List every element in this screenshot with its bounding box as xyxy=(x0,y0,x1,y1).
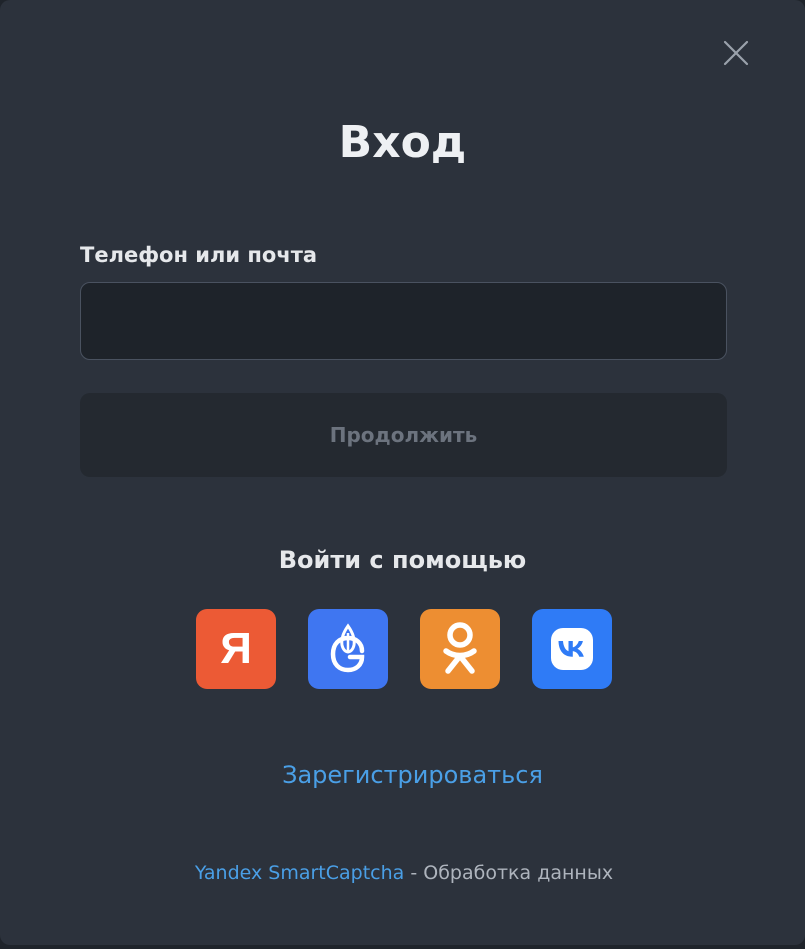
smartcaptcha-link[interactable]: Yandex SmartCaptcha xyxy=(195,862,404,884)
phone-or-email-input[interactable] xyxy=(80,282,727,360)
page-title: Вход xyxy=(338,117,467,168)
close-icon xyxy=(723,40,749,66)
footer-separator: - xyxy=(404,862,424,884)
data-processing-link[interactable]: Обработка данных xyxy=(423,862,613,884)
continue-button[interactable]: Продолжить xyxy=(80,393,727,477)
vk-login-button[interactable] xyxy=(532,609,612,689)
login-modal: Вход Телефон или почта Продолжить Войти … xyxy=(0,0,805,945)
odnoklassniki-login-button[interactable] xyxy=(420,609,500,689)
register-link[interactable]: Зарегистрироваться xyxy=(0,758,805,792)
social-login-buttons: Я xyxy=(196,609,616,689)
yandex-icon: Я xyxy=(220,624,252,673)
odnoklassniki-icon xyxy=(443,622,477,674)
phone-or-email-label: Телефон или почта xyxy=(80,243,318,267)
vk-icon xyxy=(551,628,593,670)
gazprom-id-icon xyxy=(330,623,365,673)
social-login-heading: Войти с помощью xyxy=(278,546,527,574)
gazprom-id-login-button[interactable] xyxy=(308,609,388,689)
footer: Yandex SmartCaptcha - Обработка данных xyxy=(0,860,805,886)
yandex-login-button[interactable]: Я xyxy=(196,609,276,689)
close-button[interactable] xyxy=(720,37,752,69)
